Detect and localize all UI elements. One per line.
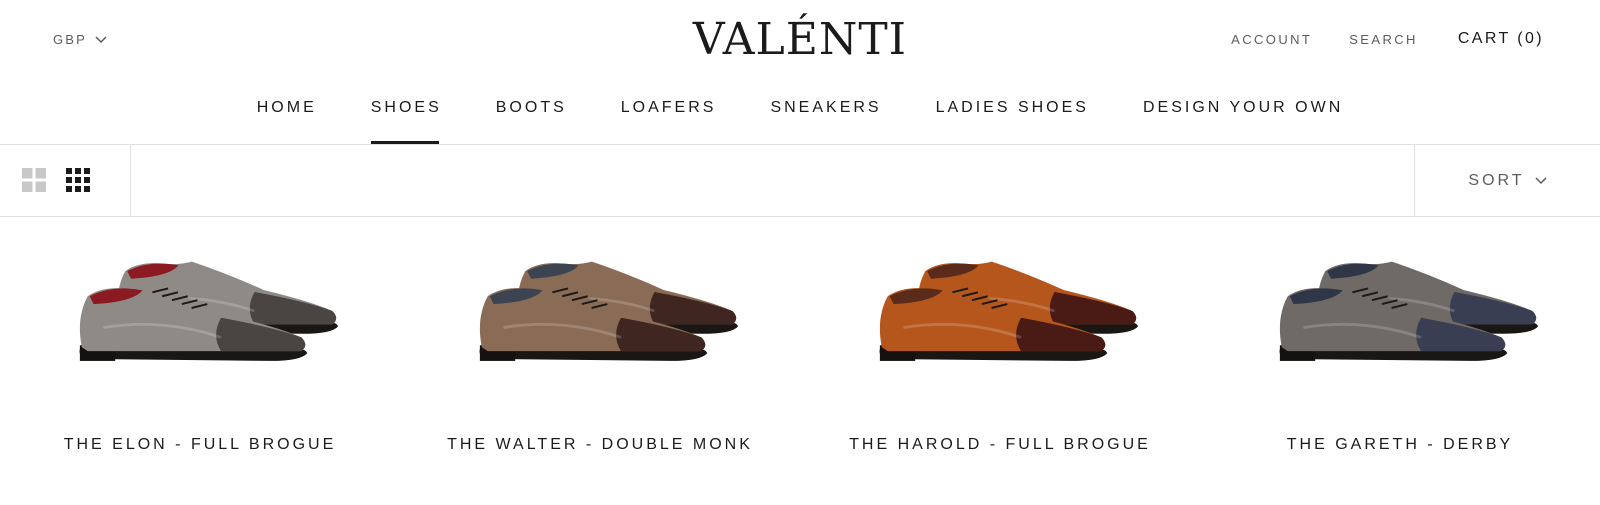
nav-item-sneakers[interactable]: SNEAKERS	[770, 82, 881, 144]
shoe-navy-derby-image	[1279, 261, 1539, 361]
product-title[interactable]: THE HAROLD - FULL BROGUE	[800, 436, 1200, 454]
nav-item-home[interactable]: HOME	[257, 82, 317, 144]
nav-item-loafers[interactable]: LOAFERS	[621, 82, 717, 144]
nav-item-label: LADIES SHOES	[935, 99, 1089, 116]
product-card[interactable]: THE WALTER - DOUBLE MONK	[400, 217, 800, 505]
nav-item-label: SNEAKERS	[770, 99, 882, 116]
nav-item-label: LOAFERS	[620, 99, 717, 116]
nav-item-design-your-own[interactable]: DESIGN YOUR OWN	[1143, 82, 1343, 144]
grid-3-icon[interactable]	[66, 168, 90, 197]
product-title[interactable]: THE GARETH - DERBY	[1200, 436, 1600, 454]
nav-item-label: SHOES	[370, 99, 442, 116]
product-card[interactable]: THE GARETH - DERBY	[1200, 217, 1600, 505]
product-title[interactable]: THE ELON - FULL BROGUE	[0, 436, 400, 454]
product-title[interactable]: THE WALTER - DOUBLE MONK	[400, 436, 800, 454]
account-link[interactable]: ACCOUNT	[1231, 32, 1312, 47]
nav-item-label: DESIGN YOUR OWN	[1142, 99, 1344, 116]
collection-toolbar: SORT	[0, 144, 1600, 217]
nav-item-boots[interactable]: BOOTS	[496, 82, 567, 144]
layout-switch	[0, 145, 131, 217]
cart-link[interactable]: CART (0)	[1458, 30, 1544, 48]
nav-item-shoes[interactable]: SHOES	[370, 82, 442, 144]
main-nav: HOME SHOES BOOTS LOAFERS SNEAKERS LADIES…	[0, 82, 1600, 144]
header: GBP VALÉNTI ACCOUNT SEARCH CART (0)	[0, 0, 1600, 82]
grid-2-icon[interactable]	[22, 168, 46, 197]
chevron-down-icon	[1535, 172, 1547, 190]
shoe-tan-brogue-image	[879, 261, 1139, 361]
sort-button[interactable]: SORT	[1414, 145, 1600, 217]
product-card[interactable]: THE ELON - FULL BROGUE	[0, 217, 400, 505]
product-card[interactable]: THE HAROLD - FULL BROGUE	[800, 217, 1200, 505]
product-grid: THE ELON - FULL BROGUE THE WALTER - DOUB…	[0, 217, 1600, 505]
search-link[interactable]: SEARCH	[1349, 32, 1418, 47]
nav-item-label: BOOTS	[495, 99, 567, 116]
nav-item-label: HOME	[256, 99, 317, 116]
shoe-grey-brogue-image	[79, 261, 339, 361]
shoe-brown-monk-image	[479, 261, 739, 361]
nav-item-ladies-shoes[interactable]: LADIES SHOES	[936, 82, 1089, 144]
sort-label: SORT	[1468, 172, 1525, 189]
